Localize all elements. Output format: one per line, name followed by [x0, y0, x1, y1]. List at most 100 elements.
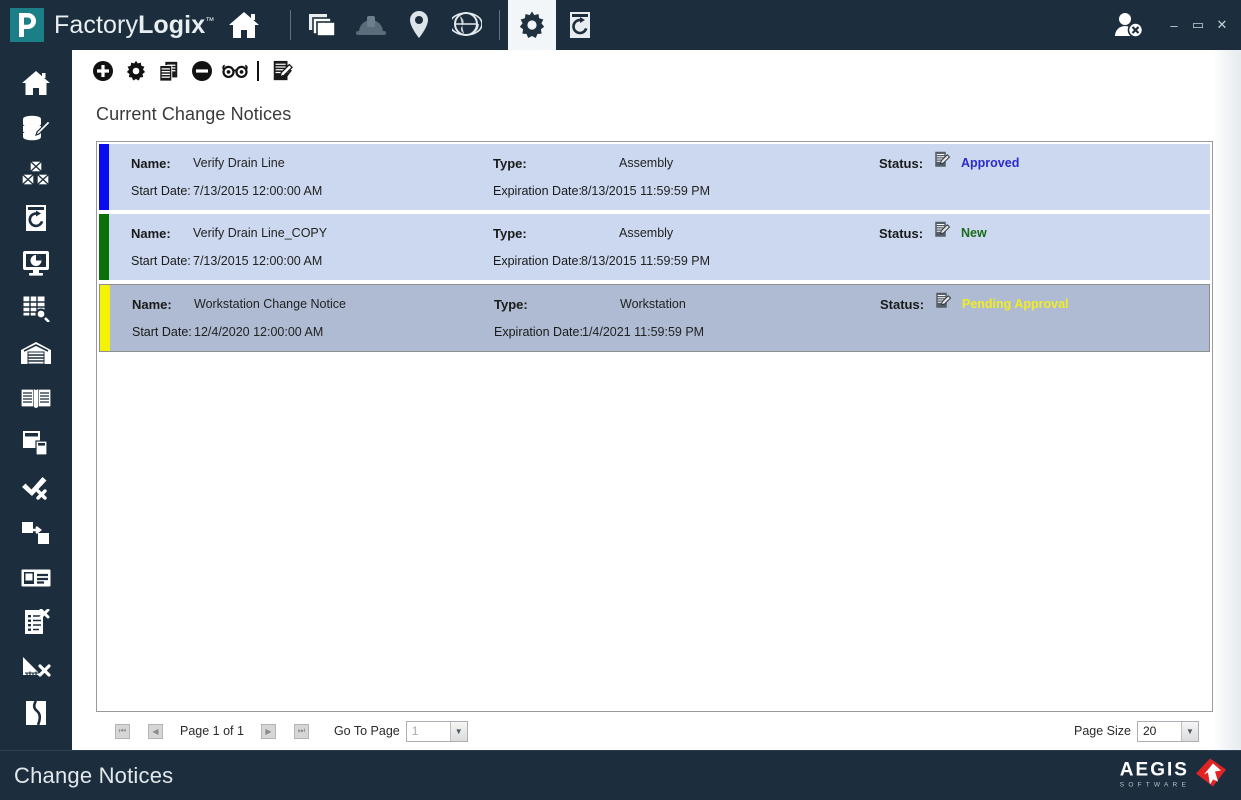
document-check-icon	[273, 60, 293, 81]
type-label: Type:	[493, 155, 527, 171]
row-accent-bar	[99, 144, 109, 210]
sidebar-item-dashboard[interactable]	[0, 240, 72, 285]
nav-globe-button[interactable]	[443, 0, 491, 50]
transfer-icon	[22, 521, 49, 544]
content-toolbar	[72, 50, 1241, 92]
sidebar-item-history[interactable]	[0, 195, 72, 240]
add-button[interactable]	[86, 55, 119, 87]
sidebar-item-data-entry[interactable]	[0, 105, 72, 150]
gear-icon	[126, 60, 145, 81]
nav-hardhat-button[interactable]	[347, 0, 395, 50]
copy-button[interactable]	[152, 55, 185, 87]
row-accent-bar	[100, 285, 110, 351]
chevron-down-icon[interactable]: ▼	[1181, 721, 1198, 741]
first-page-button[interactable]: ⏮	[115, 723, 130, 739]
monitor-chart-icon	[23, 250, 49, 276]
sidebar-item-inventory[interactable]	[0, 150, 72, 195]
nav-location-button[interactable]	[395, 0, 443, 50]
view-button[interactable]	[218, 55, 251, 87]
close-button[interactable]: ✕	[1211, 14, 1233, 36]
sidebar-item-warehouse[interactable]	[0, 330, 72, 375]
sidebar-item-home[interactable]	[0, 60, 72, 105]
gear-icon	[520, 11, 545, 38]
sidebar-item-query[interactable]	[0, 285, 72, 330]
page-size-select[interactable]: 20 ▼	[1137, 720, 1199, 742]
previous-page-button[interactable]: ◀	[148, 723, 163, 739]
settings-button[interactable]	[119, 55, 152, 87]
home-icon	[22, 70, 50, 95]
top-bar: FactoryLogix™ – ▭ ✕	[0, 0, 1241, 50]
window-controls: – ▭ ✕	[1113, 0, 1233, 50]
check-x-icon	[22, 476, 47, 500]
type-value: Assembly	[619, 156, 674, 170]
row-line-secondary: Start Date: 7/13/2015 12:00:00 AM Expira…	[121, 177, 1210, 205]
go-to-page-select[interactable]: 1 ▼	[405, 720, 468, 742]
chevron-down-icon[interactable]: ▼	[449, 721, 467, 741]
layers-icon	[309, 14, 337, 37]
aegis-company-sub: SOFTWARE	[1119, 781, 1190, 789]
document-refresh-icon	[26, 204, 46, 231]
status-document-icon	[934, 292, 952, 315]
row-body: Name: Verify Drain Line Type: Assembly S…	[109, 144, 1210, 210]
last-page-button[interactable]: ⏭	[293, 723, 309, 739]
plus-circle-icon	[92, 61, 113, 81]
next-page-button[interactable]: ▶	[260, 723, 276, 739]
table-row[interactable]: Name: Workstation Change Notice Type: Wo…	[99, 284, 1210, 352]
delete-button[interactable]	[185, 55, 218, 87]
expiration-date-label: Expiration Date:	[493, 184, 582, 198]
type-label: Type:	[493, 225, 527, 241]
page-size-group: Page Size 20 ▼	[1074, 720, 1199, 742]
aegis-mark-icon	[1193, 757, 1227, 794]
content-panel: Current Change Notices Name: Verify Drai…	[72, 50, 1241, 750]
sidebar-item-transfer[interactable]	[0, 510, 72, 555]
change-notices-list: Name: Verify Drain Line Type: Assembly S…	[96, 141, 1213, 712]
sidebar-item-checklist[interactable]	[0, 600, 72, 645]
brand-trademark: ™	[205, 15, 215, 26]
brand-first: Factory	[54, 10, 139, 39]
checklist-x-icon	[25, 608, 50, 634]
page-size-value: 20	[1143, 724, 1157, 738]
sidebar-item-id-card[interactable]	[0, 555, 72, 600]
sidebar-item-measure[interactable]	[0, 645, 72, 690]
list-scroll-area[interactable]: Name: Verify Drain Line Type: Assembly S…	[97, 142, 1212, 711]
name-value: Workstation Change Notice	[194, 297, 346, 311]
maximize-button[interactable]: ▭	[1187, 14, 1209, 36]
nav-layers-button[interactable]	[299, 0, 347, 50]
sidebar-item-documents[interactable]	[0, 420, 72, 465]
start-date-label: Start Date:	[131, 254, 191, 268]
brand: FactoryLogix™	[0, 8, 260, 42]
name-label: Name:	[131, 225, 171, 241]
sidebar-item-approvals[interactable]	[0, 465, 72, 510]
table-row[interactable]: Name: Verify Drain Line Type: Assembly S…	[99, 144, 1210, 210]
home-button[interactable]	[228, 10, 260, 40]
name-label: Name:	[132, 296, 172, 312]
start-date-label: Start Date:	[132, 325, 192, 339]
copy-documents-icon	[158, 61, 177, 82]
panel-edge-shadow	[1213, 50, 1241, 750]
table-row[interactable]: Name: Verify Drain Line_COPY Type: Assem…	[99, 214, 1210, 280]
expiration-date-value: 1/4/2021 11:59:59 PM	[582, 325, 705, 339]
user-disabled-icon	[1115, 13, 1144, 38]
sidebar-item-library[interactable]	[0, 375, 72, 420]
divider	[290, 10, 292, 40]
sidebar-item-defect[interactable]	[0, 690, 72, 735]
warehouse-icon	[21, 341, 51, 364]
page-indicator: Page 1 of 1	[180, 724, 244, 738]
type-label: Type:	[494, 296, 528, 312]
expiration-date-label: Expiration Date:	[493, 254, 582, 268]
edit-approve-button[interactable]	[265, 55, 298, 87]
application-window: FactoryLogix™ – ▭ ✕ Current Change Notic…	[0, 0, 1241, 800]
expiration-date-label: Expiration Date:	[494, 325, 583, 339]
user-account-button[interactable]	[1113, 11, 1145, 39]
nav-settings-button[interactable]	[508, 0, 557, 50]
body-area: Current Change Notices Name: Verify Drai…	[0, 50, 1241, 750]
footer-title: Change Notices	[14, 762, 174, 788]
row-body: Name: Verify Drain Line_COPY Type: Assem…	[109, 214, 1210, 280]
aegis-company-name: AEGIS	[1119, 759, 1189, 781]
row-line-secondary: Start Date: 7/13/2015 12:00:00 AM Expira…	[121, 247, 1210, 275]
aegis-wordmark: AEGIS SOFTWARE	[1120, 761, 1190, 791]
page-title: Current Change Notices	[96, 104, 292, 124]
minimize-button[interactable]: –	[1163, 14, 1185, 36]
table-search-icon	[22, 295, 50, 322]
nav-history-button[interactable]	[556, 0, 604, 50]
